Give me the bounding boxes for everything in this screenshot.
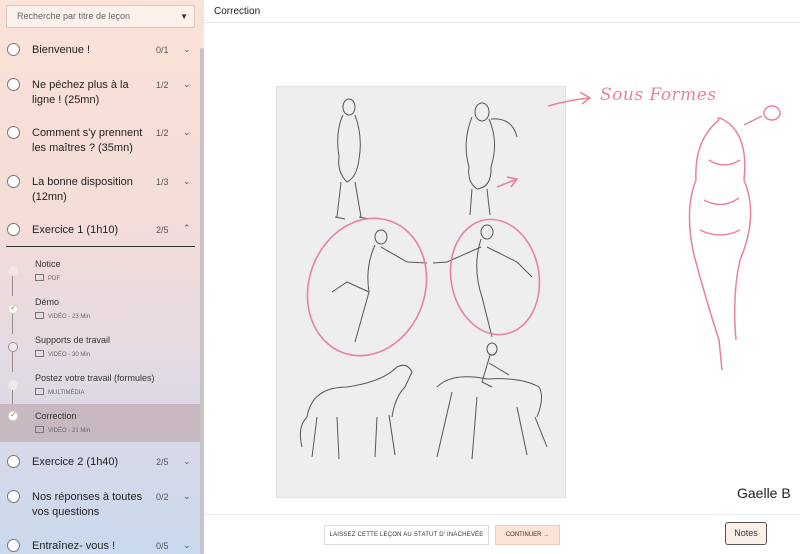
lesson-item-expanded[interactable]: Exercice 1 (1h10) 2/5 ⌃ (0, 222, 200, 246)
chevron-down-icon[interactable]: ⌄ (183, 491, 191, 502)
lesson-item[interactable]: Comment s'y prennent les maîtres ? (35mn… (0, 125, 200, 159)
lesson-footer: LAISSEZ CETTE LEÇON AU STATUT D' INACHEV… (204, 514, 800, 554)
lesson-title: Entraînez- vous ! (32, 540, 116, 552)
page-title: Correction (214, 6, 261, 17)
lesson-item[interactable]: Exercice 2 (1h40) 2/5 ⌄ (0, 454, 200, 480)
lesson-title: Bienvenue ! (32, 44, 91, 56)
status-circle-icon (8, 342, 18, 352)
status-circle-icon (7, 455, 20, 468)
artist-name: Gaelle B (737, 485, 791, 501)
meta-text: PDF (48, 276, 60, 282)
status-circle-icon (7, 539, 20, 552)
status-circle-icon (7, 126, 20, 139)
annotation-text: Sous Formes (600, 85, 717, 105)
sub-lesson-item-active[interactable]: Correction VIDÉO - 21 Min (0, 404, 204, 442)
chevron-down-icon[interactable]: ⌄ (183, 127, 191, 138)
divider (204, 22, 800, 23)
status-circle-icon (7, 490, 20, 503)
sub-lesson-item[interactable]: Notice PDF (0, 254, 204, 292)
lesson-item[interactable]: Ne péchez plus à la ligne ! (25mn) 1/2 ⌄ (0, 77, 200, 111)
status-circle-icon (7, 223, 20, 236)
status-circle-icon (7, 43, 20, 56)
figure-sketches (299, 98, 548, 460)
sub-lesson-item[interactable]: Démo VIDÉO - 23 Min (0, 292, 204, 330)
lesson-progress-count: 0/5 (156, 541, 169, 551)
lesson-progress-count: 1/2 (156, 128, 169, 138)
lesson-progress-count: 2/5 (156, 457, 169, 467)
chevron-down-icon[interactable]: ⌄ (183, 456, 191, 467)
meta-text: VIDÉO - 23 Min (48, 314, 91, 320)
chevron-down-icon[interactable]: ⌄ (183, 79, 191, 90)
status-circle-icon (7, 78, 20, 91)
sub-lesson-title: Postez votre travail (formules) (35, 373, 155, 383)
lesson-title: Comment s'y prennent les maîtres ? (35mn… (32, 127, 143, 154)
sub-lesson-item[interactable]: Postez votre travail (formules) MULTIMÉD… (0, 368, 204, 406)
video-icon (35, 426, 44, 433)
status-dot-icon (8, 380, 18, 390)
pdf-icon (35, 274, 44, 281)
correction-annotations (547, 91, 781, 371)
lesson-progress-count: 0/1 (156, 45, 169, 55)
sub-lesson-meta: PDF (35, 274, 60, 282)
chevron-down-icon[interactable]: ⌄ (183, 540, 191, 551)
sub-lesson-title: Supports de travail (35, 335, 111, 345)
chevron-down-icon[interactable]: ⌄ (183, 44, 191, 55)
chevron-down-icon: ▼ (180, 12, 188, 21)
lesson-title: La bonne disposition (12mn) (32, 176, 133, 203)
sub-lesson-title: Démo (35, 297, 60, 307)
lesson-item[interactable]: Entraînez- vous ! 0/5 ⌄ (0, 538, 200, 554)
status-circle-icon (7, 175, 20, 188)
lesson-progress-count: 0/2 (156, 492, 169, 502)
lesson-item[interactable]: Nos réponses à toutes vos questions 0/2 … (0, 489, 200, 523)
sub-lesson-meta: VIDÉO - 23 Min (35, 312, 90, 320)
video-icon (35, 350, 44, 357)
sub-lesson-meta: VIDÉO - 30 Min (35, 350, 90, 358)
lesson-title: Exercice 1 (1h10) (32, 224, 119, 236)
meta-text: VIDÉO - 21 Min (48, 428, 91, 434)
sub-lesson-title: Correction (35, 411, 77, 421)
lesson-item[interactable]: Bienvenue ! 0/1 ⌄ (0, 42, 200, 68)
lesson-title: Nos réponses à toutes vos questions (32, 491, 143, 518)
lesson-title: Exercice 2 (1h40) (32, 456, 119, 468)
lesson-progress-count: 1/2 (156, 80, 169, 90)
lesson-progress-count: 2/5 (156, 225, 169, 235)
chevron-down-icon[interactable]: ⌄ (183, 176, 191, 187)
lesson-content: Correction Sous Formes Gaelle B LAISSEZ … (204, 0, 800, 554)
mark-incomplete-button[interactable]: LAISSEZ CETTE LEÇON AU STATUT D' INACHEV… (324, 525, 489, 545)
continue-button[interactable]: CONTINUER → (495, 525, 560, 545)
meta-text: VIDÉO - 30 Min (48, 352, 91, 358)
lesson-title: Ne péchez plus à la ligne ! (25mn) (32, 79, 129, 106)
multimedia-icon (35, 388, 44, 395)
sub-lesson-title: Notice (35, 259, 61, 269)
status-dot-icon (8, 266, 18, 276)
sub-lesson-meta: MULTIMÉDIA (35, 388, 85, 396)
sketch-sheet-image (276, 86, 566, 498)
lesson-item[interactable]: La bonne disposition (12mn) 1/3 ⌄ (0, 174, 200, 208)
sub-lesson-item[interactable]: Supports de travail VIDÉO - 30 Min (0, 330, 204, 368)
sub-lesson-meta: VIDÉO - 21 Min (35, 426, 90, 434)
search-placeholder: Recherche par titre de leçon (17, 11, 131, 21)
divider (6, 246, 195, 247)
check-icon (8, 410, 18, 421)
check-icon (8, 303, 18, 314)
video-icon (35, 312, 44, 319)
meta-text: MULTIMÉDIA (48, 390, 85, 396)
chevron-up-icon[interactable]: ⌃ (183, 223, 191, 234)
lesson-search-dropdown[interactable]: Recherche par titre de leçon ▼ (6, 5, 195, 28)
notes-button[interactable]: Notes (725, 522, 767, 545)
lesson-progress-count: 1/3 (156, 177, 169, 187)
lesson-sidebar: Recherche par titre de leçon ▼ Bienvenue… (0, 0, 204, 554)
